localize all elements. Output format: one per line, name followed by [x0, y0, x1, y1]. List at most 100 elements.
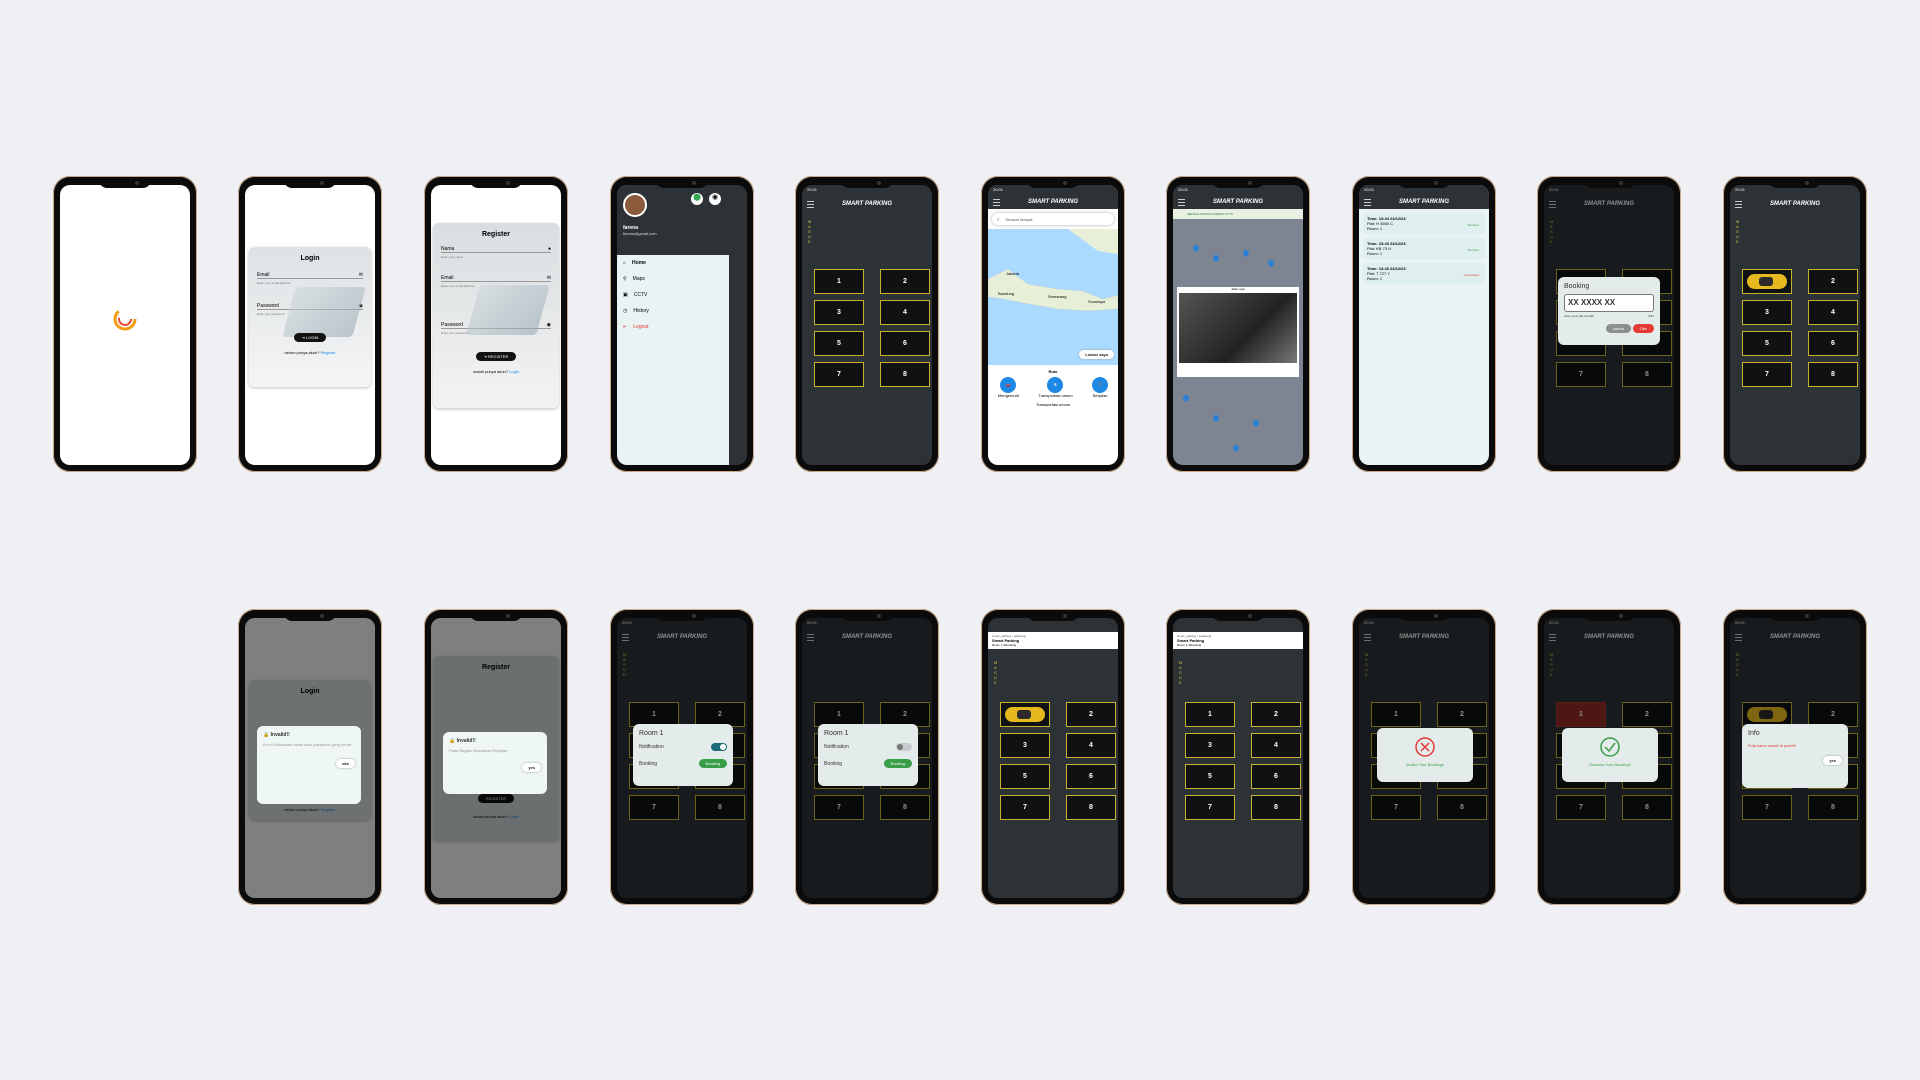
plate-counter: 0/11	[1648, 314, 1654, 318]
eye-icon[interactable]: ◉	[547, 322, 551, 328]
parking-slot[interactable]: 2	[880, 269, 930, 294]
phone-notch	[1583, 612, 1635, 621]
parking-slot[interactable]: 3	[1742, 300, 1792, 325]
notification-toggle[interactable]	[896, 743, 912, 751]
email-field[interactable]: Email ✉	[257, 268, 363, 279]
parking-slot[interactable]: 4	[880, 300, 930, 325]
maps-app-icon[interactable]: ⬤	[691, 193, 703, 205]
notification-body: Room 1 dibooking	[992, 643, 1017, 647]
map-view[interactable]: Jakarta Bandung Semarang Surabaya Lokasi…	[988, 229, 1118, 365]
parking-slot[interactable]: 3	[814, 300, 864, 325]
parking-slot[interactable]: 5	[1185, 764, 1235, 789]
app-bar: SMART PARKING	[988, 197, 1118, 207]
cctv-pin-icon[interactable]	[1266, 258, 1276, 268]
parking-slot[interactable]: 4	[1066, 733, 1116, 758]
history-card[interactable]: Time: 13:40 24/12/23 Plat: T 727 Y Room: 1…	[1363, 263, 1485, 284]
drawer-item-logout[interactable]: ⇤ Logout	[617, 319, 729, 335]
drawer-item-home[interactable]: ⌂ Home	[617, 255, 729, 271]
parking-slot[interactable]: 4	[1251, 733, 1301, 758]
menu-icon[interactable]	[1364, 198, 1371, 206]
phone-notch	[841, 612, 893, 621]
login-button[interactable]: ⇥ LOGIN	[293, 333, 327, 342]
cctv-pin-icon[interactable]	[1211, 253, 1221, 263]
cctv-pin-icon[interactable]	[1181, 393, 1191, 403]
drawer-item-label: Home	[632, 260, 646, 266]
parking-slot[interactable]: 8	[880, 362, 930, 387]
parking-slot[interactable]: 3	[1185, 733, 1235, 758]
cctv-pin-icon[interactable]	[1231, 443, 1241, 453]
parking-slot[interactable]: 7	[1000, 795, 1050, 820]
cancel-button[interactable]: cancel	[1605, 324, 1632, 333]
parking-slot[interactable]: 6	[1066, 764, 1116, 789]
ok-button[interactable]: Oke	[1632, 324, 1654, 333]
cctv-pin-icon[interactable]	[1191, 243, 1201, 253]
map-search-bar[interactable]: ≡ Telusuri tempat	[992, 213, 1114, 225]
parking-slot[interactable]: 2	[1808, 269, 1858, 294]
parking-slot-occupied[interactable]	[1742, 269, 1792, 294]
history-card[interactable]: Time: 13:44 24/12/23 Plat: H 3500 C Room: …	[1363, 213, 1485, 234]
parking-slot[interactable]: 2	[1251, 702, 1301, 727]
parking-slot[interactable]: 7	[1742, 362, 1792, 387]
booking-button[interactable]: Booking	[698, 759, 727, 768]
history-card[interactable]: Time: 13:43 24/12/23 Plat: KB 73 H Room: 1…	[1363, 238, 1485, 259]
error-x-icon	[1415, 737, 1435, 757]
my-location-button[interactable]: Lokasi saya	[1079, 350, 1114, 359]
cctv-banner: MENGGUNAKAN KAMERA CCTV	[1173, 209, 1303, 219]
name-field[interactable]: Nama ●	[441, 242, 551, 253]
parking-slot[interactable]: 8	[1808, 362, 1858, 387]
parking-slot[interactable]: 6	[880, 331, 930, 356]
menu-icon[interactable]	[1178, 198, 1185, 206]
app-title: SMART PARKING	[1398, 199, 1450, 205]
parking-slot[interactable]: 4	[1808, 300, 1858, 325]
parking-slot[interactable]: 7	[814, 362, 864, 387]
masuk-label: MASUK	[994, 660, 998, 685]
parking-slot[interactable]: 5	[814, 331, 864, 356]
drive-mode-button[interactable]: 🚗 Mengemudi	[998, 377, 1019, 398]
cctv-video-feed[interactable]	[1179, 293, 1297, 363]
register-link[interactable]: Register	[321, 350, 336, 355]
ok-button[interactable]: oke	[336, 759, 355, 768]
parking-slot[interactable]: 1	[814, 269, 864, 294]
drawer-item-history[interactable]: ◷ History	[617, 303, 729, 319]
drawer-item-maps[interactable]: ⚲ Maps	[617, 271, 729, 287]
notification-label: Notification	[639, 744, 664, 750]
plate-input[interactable]: XX XXXX XX	[1564, 294, 1654, 312]
phone-notification: smart_parking • sekarang Smart Parking R…	[1166, 609, 1310, 905]
booking-button[interactable]: Booking	[883, 759, 912, 768]
parking-slot-occupied[interactable]	[1000, 702, 1050, 727]
notification-toggle[interactable]	[711, 743, 727, 751]
menu-icon[interactable]	[807, 200, 814, 208]
parking-slot[interactable]: 8	[1251, 795, 1301, 820]
yes-button[interactable]: yes	[1823, 756, 1842, 765]
parking-slot[interactable]: 6	[1808, 331, 1858, 356]
cctv-pin-icon[interactable]	[1251, 418, 1261, 428]
cctv-pin-icon[interactable]	[1241, 248, 1251, 258]
parking-slot[interactable]: 1	[1185, 702, 1235, 727]
parking-slot[interactable]: 8	[1066, 795, 1116, 820]
menu-icon[interactable]	[1735, 200, 1742, 208]
menu-icon[interactable]	[993, 198, 1000, 206]
maps-screen: 20:01 SMART PARKING ≡ Telusuri tempat Jak…	[988, 185, 1118, 465]
parking-slot[interactable]: 5	[1742, 331, 1792, 356]
transit-mode-button[interactable]: ⛐ Transportasi umum	[1038, 377, 1073, 398]
phone-splash	[53, 176, 197, 472]
notification-banner[interactable]: smart_parking • sekarang Smart Parking R…	[1173, 632, 1303, 649]
logout-icon: ⇤	[623, 324, 628, 330]
success-booking-dialog: Success Your Booking!!	[1562, 728, 1658, 782]
history-room: Room: 1	[1367, 251, 1383, 256]
camera-app-icon[interactable]: ◉	[709, 193, 721, 205]
parking-slot[interactable]: 7	[1185, 795, 1235, 820]
login-link[interactable]: Login	[509, 369, 519, 374]
parking-slot[interactable]: 2	[1066, 702, 1116, 727]
yes-button[interactable]: yes	[522, 763, 541, 772]
notification-banner[interactable]: smart_parking • sekarang Smart Parking R…	[988, 632, 1118, 649]
walk-mode-button[interactable]: 🚶 Berjalan	[1092, 377, 1109, 398]
email-field[interactable]: Email ✉	[441, 271, 551, 282]
parking-slot[interactable]: 6	[1251, 764, 1301, 789]
parking-slot[interactable]: 3	[1000, 733, 1050, 758]
avatar[interactable]	[623, 193, 647, 217]
drawer-item-cctv[interactable]: ▣ CCTV	[617, 287, 729, 303]
register-button[interactable]: ⇥ REGISTER	[475, 352, 517, 361]
parking-slot[interactable]: 5	[1000, 764, 1050, 789]
cctv-pin-icon[interactable]	[1211, 413, 1221, 423]
